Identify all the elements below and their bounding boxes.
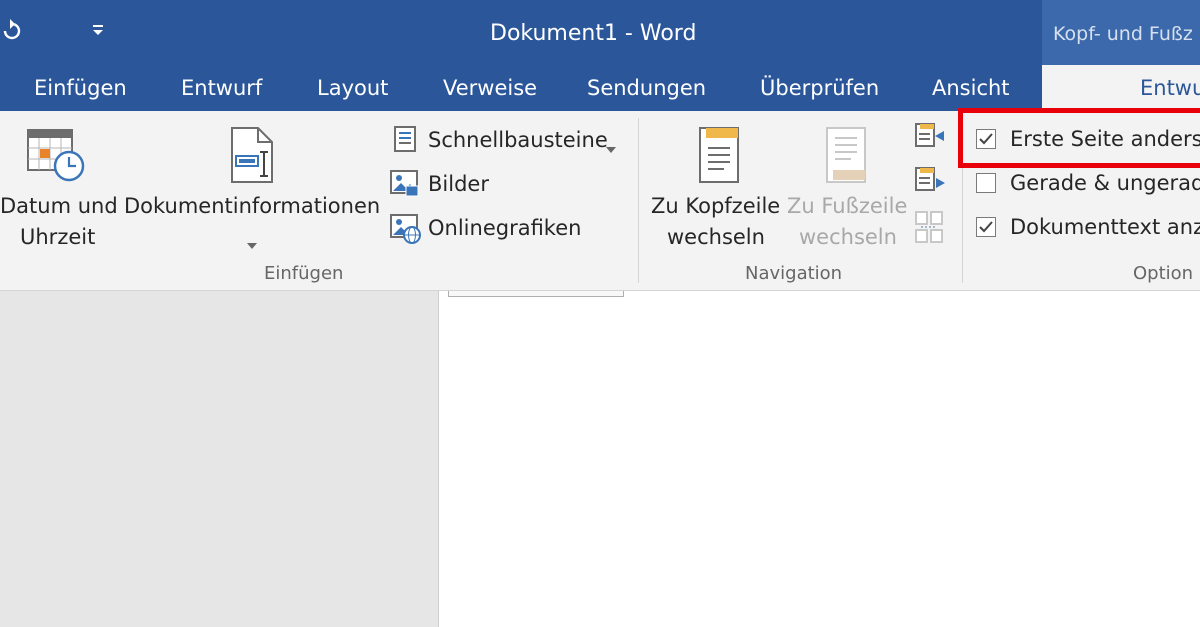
tab-ueberpruefen[interactable]: Überprüfen	[760, 65, 879, 111]
tab-entwurf[interactable]: Entwurf	[181, 65, 262, 111]
group-label-einfuegen: Einfügen	[264, 263, 344, 284]
tab-entwurf-header-footer[interactable]: Entwu	[1042, 65, 1200, 111]
pictures-label: Bilder	[428, 172, 489, 196]
date-time-label-line2: Uhrzeit	[20, 225, 96, 249]
goto-footer-label-line1: Zu Fußzeile	[787, 194, 908, 218]
first-page-different-checkbox[interactable]	[976, 129, 996, 149]
odd-even-different-label: Gerade & ungerade	[1010, 171, 1200, 195]
document-info-label: Dokumentinformationen	[124, 194, 381, 218]
online-pictures-label: Onlinegrafiken	[428, 216, 582, 240]
first-page-different-label: Erste Seite anders	[1010, 127, 1200, 151]
chevron-down-icon	[606, 138, 616, 153]
tab-verweise[interactable]: Verweise	[443, 65, 537, 111]
goto-footer-button[interactable]: Zu Fußzeile wechseln	[785, 118, 909, 258]
group-label-navigation: Navigation	[745, 263, 843, 284]
link-to-previous-icon[interactable]	[914, 210, 946, 244]
group-label-options: Option	[1133, 263, 1194, 284]
online-picture-icon	[390, 214, 422, 244]
first-page-different-option[interactable]: Erste Seite anders	[976, 126, 1200, 154]
show-document-text-option[interactable]: Dokumenttext anze	[976, 214, 1200, 242]
title-bar: Dokument1 - Word Kopf- und Fußz	[0, 0, 1200, 65]
tab-sendungen[interactable]: Sendungen	[587, 65, 706, 111]
goto-header-label-line2: wechseln	[667, 225, 765, 249]
window-title: Dokument1 - Word	[490, 21, 697, 46]
show-document-text-label: Dokumenttext anze	[1010, 215, 1200, 239]
next-section-icon[interactable]	[914, 166, 946, 194]
date-time-button[interactable]: Datum und Uhrzeit	[0, 118, 118, 258]
date-time-label-line1: Datum und	[0, 194, 118, 218]
calendar-clock-icon	[26, 126, 86, 184]
header-icon	[696, 126, 742, 184]
odd-even-different-checkbox[interactable]	[976, 173, 996, 193]
online-pictures-button[interactable]: Onlinegrafiken	[390, 212, 590, 246]
quick-parts-label: Schnellbausteine	[428, 128, 608, 152]
picture-icon	[390, 170, 420, 198]
tab-einfuegen[interactable]: Einfügen	[34, 65, 127, 111]
goto-header-button[interactable]: Zu Kopfzeile wechseln	[646, 118, 782, 258]
pictures-button[interactable]: Bilder	[390, 168, 510, 202]
document-info-button[interactable]: Dokumentinformationen	[122, 118, 382, 258]
tab-ansicht[interactable]: Ansicht	[932, 65, 1010, 111]
redo-icon[interactable]	[0, 18, 24, 44]
tab-layout[interactable]: Layout	[317, 65, 388, 111]
show-document-text-checkbox[interactable]	[976, 217, 996, 237]
customize-quick-access-icon[interactable]	[90, 22, 106, 38]
document-area	[0, 291, 1200, 627]
previous-section-icon[interactable]	[914, 122, 946, 150]
chevron-down-icon	[247, 234, 257, 249]
document-page[interactable]	[439, 291, 1200, 627]
contextual-title: Kopf- und Fußz	[1053, 23, 1193, 45]
contextual-tab-header: Kopf- und Fußz	[1042, 0, 1200, 65]
quick-parts-icon	[394, 126, 416, 152]
document-info-icon	[228, 126, 276, 184]
odd-even-different-option[interactable]: Gerade & ungerade	[976, 170, 1200, 198]
goto-header-label-line1: Zu Kopfzeile	[651, 194, 781, 218]
ruler-tab	[448, 291, 624, 297]
group-separator	[638, 118, 639, 283]
navigation-pane	[0, 291, 439, 627]
goto-footer-label-line2: wechseln	[799, 225, 897, 249]
footer-icon	[823, 126, 869, 184]
quick-parts-button[interactable]: Schnellbausteine	[390, 124, 626, 158]
